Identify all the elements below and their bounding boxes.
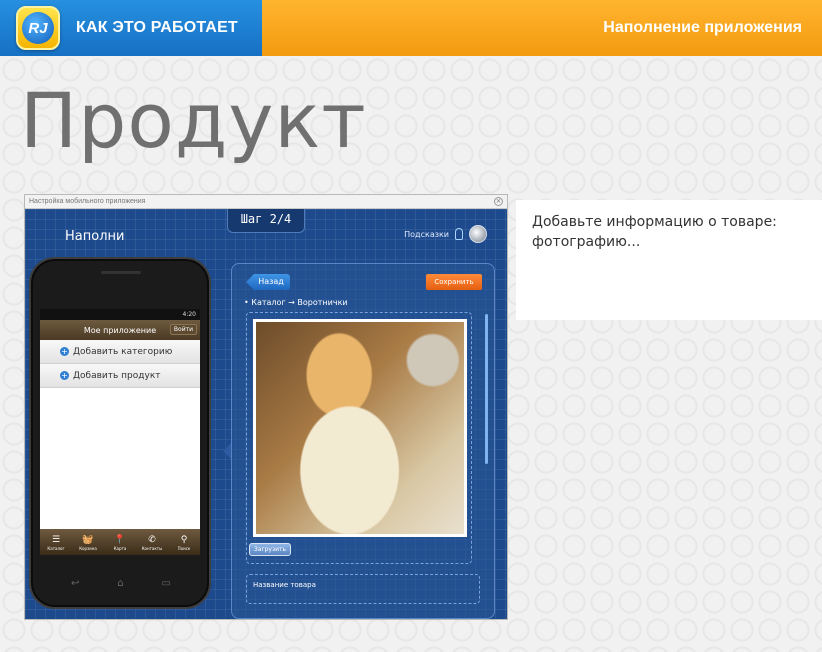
logo-text: RJ bbox=[22, 12, 54, 44]
add-category-button[interactable]: + Добавить категорию bbox=[40, 340, 200, 364]
phone-tabbar: ☰ Каталог 🧺 Корзина 📍 Карта ✆ Контакты ⚲… bbox=[40, 529, 200, 555]
tab-search[interactable]: ⚲ Поиск bbox=[168, 529, 200, 555]
upload-button[interactable]: Загрузить bbox=[249, 543, 291, 556]
add-product-label: Добавить продукт bbox=[73, 370, 161, 381]
window-titlebar: Настройка мобильного приложения × bbox=[25, 195, 507, 209]
breadcrumb: • Каталог → Воротнички bbox=[244, 298, 348, 307]
header-title: КАК ЭТО РАБОТАЕТ bbox=[76, 19, 238, 36]
tab-label: Карта bbox=[113, 545, 127, 551]
tab-label: Поиск bbox=[177, 545, 191, 551]
plus-icon: + bbox=[60, 347, 69, 356]
basket-icon: 🧺 bbox=[82, 534, 94, 545]
app-logo-icon[interactable]: RJ bbox=[16, 6, 60, 50]
fill-title: Наполни bbox=[65, 229, 125, 244]
phone-preview: 4:20 Мое приложение Войти + Добавить кат… bbox=[29, 257, 211, 609]
product-name-label: Название товара bbox=[253, 581, 316, 589]
header-right: Наполнение приложения bbox=[262, 0, 822, 56]
phone-icon: ✆ bbox=[148, 534, 156, 545]
pointer-arrow bbox=[223, 443, 231, 459]
header-left: RJ КАК ЭТО РАБОТАЕТ bbox=[0, 0, 262, 56]
description-text: Добавьте информацию о товаре: фотографию… bbox=[516, 200, 822, 320]
back-nav-icon[interactable]: ↩ bbox=[71, 578, 79, 589]
tab-cart[interactable]: 🧺 Корзина bbox=[72, 529, 104, 555]
hints-control: Подсказки bbox=[404, 225, 487, 243]
app-window: Настройка мобильного приложения × Шаг 2/… bbox=[24, 194, 508, 620]
plus-icon: + bbox=[60, 371, 69, 380]
product-editor-panel: Назад Сохранить • Каталог → Воротнички З… bbox=[231, 263, 495, 619]
window-title: Настройка мобильного приложения bbox=[29, 198, 146, 205]
phone-app-header: Мое приложение Войти bbox=[40, 320, 200, 340]
tab-label: Каталог bbox=[47, 545, 65, 551]
product-name-field[interactable]: Название товара bbox=[246, 574, 480, 604]
map-pin-icon: 📍 bbox=[114, 534, 126, 545]
section-title: Наполнение приложения bbox=[603, 19, 802, 36]
tab-catalog[interactable]: ☰ Каталог bbox=[40, 529, 72, 555]
search-icon: ⚲ bbox=[180, 534, 188, 545]
photo-section: Загрузить bbox=[246, 312, 472, 564]
top-header: RJ КАК ЭТО РАБОТАЕТ Наполнение приложени… bbox=[0, 0, 822, 56]
phone-statusbar: 4:20 bbox=[40, 309, 200, 320]
tab-map[interactable]: 📍 Карта bbox=[104, 529, 136, 555]
save-button[interactable]: Сохранить bbox=[426, 274, 482, 290]
hints-toggle-icon[interactable] bbox=[469, 225, 487, 243]
tab-label: Корзина bbox=[79, 545, 97, 551]
product-photo bbox=[253, 319, 467, 537]
login-button[interactable]: Войти bbox=[169, 324, 197, 335]
add-category-label: Добавить категорию bbox=[73, 346, 173, 357]
hints-label: Подсказки bbox=[404, 229, 449, 239]
page-title: Продукт bbox=[20, 76, 367, 165]
back-button[interactable]: Назад bbox=[246, 274, 290, 290]
list-icon: ☰ bbox=[51, 534, 61, 545]
phone-speaker bbox=[101, 271, 141, 274]
phone-nav-buttons: ↩ ⌂ ▭ bbox=[71, 578, 171, 589]
add-product-button[interactable]: + Добавить продукт bbox=[40, 364, 200, 388]
close-icon[interactable]: × bbox=[494, 197, 503, 206]
tab-label: Контакты bbox=[141, 545, 163, 551]
phone-app-title: Мое приложение bbox=[83, 325, 157, 335]
lightbulb-icon bbox=[455, 228, 463, 240]
tab-contacts[interactable]: ✆ Контакты bbox=[136, 529, 168, 555]
phone-screen: 4:20 Мое приложение Войти + Добавить кат… bbox=[40, 309, 200, 555]
scrollbar[interactable] bbox=[485, 314, 488, 464]
step-indicator: Шаг 2/4 bbox=[227, 209, 305, 233]
recent-nav-icon[interactable]: ▭ bbox=[162, 578, 171, 589]
home-nav-icon[interactable]: ⌂ bbox=[117, 578, 123, 589]
blueprint-canvas: Шаг 2/4 Наполни Подсказки 4:20 Мое прило… bbox=[25, 209, 507, 619]
